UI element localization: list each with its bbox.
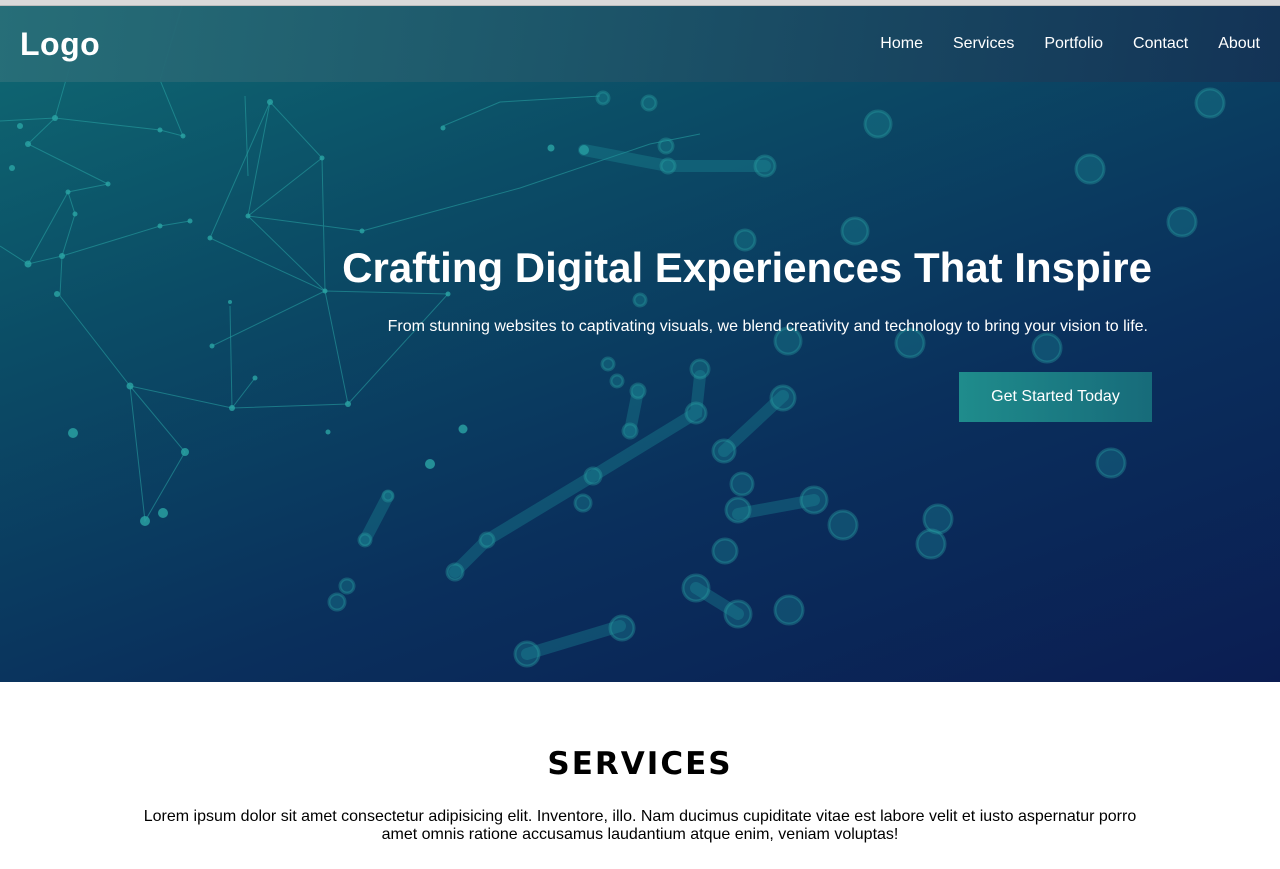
nav-links: Home Services Portfolio Contact About — [880, 35, 1260, 53]
nav-link-contact[interactable]: Contact — [1133, 35, 1188, 53]
services-section: SERVICES Lorem ipsum dolor sit amet cons… — [0, 682, 1280, 869]
logo[interactable]: Logo — [20, 26, 100, 63]
nav-link-services[interactable]: Services — [953, 35, 1014, 53]
hero-subtitle: From stunning websites to captivating vi… — [387, 318, 1148, 336]
get-started-button[interactable]: Get Started Today — [959, 372, 1152, 423]
navbar: Logo Home Services Portfolio Contact Abo… — [0, 6, 1280, 82]
nav-link-home[interactable]: Home — [880, 35, 923, 53]
services-heading: SERVICES — [547, 746, 733, 782]
services-description: Lorem ipsum dolor sit amet consectetur a… — [143, 808, 1137, 843]
nav-link-about[interactable]: About — [1218, 35, 1260, 53]
hero-title: Crafting Digital Experiences That Inspir… — [342, 244, 1152, 291]
nav-link-portfolio[interactable]: Portfolio — [1044, 35, 1103, 53]
hero-content: Crafting Digital Experiences That Inspir… — [312, 244, 1152, 423]
hero-section: Logo Home Services Portfolio Contact Abo… — [0, 6, 1280, 682]
